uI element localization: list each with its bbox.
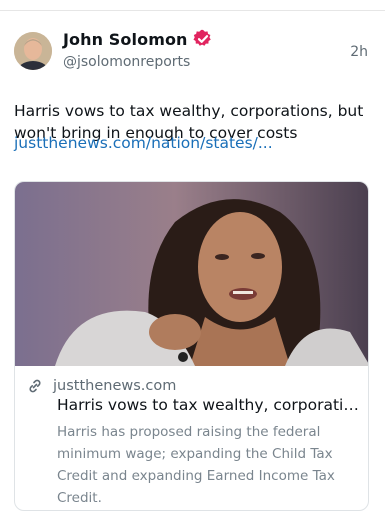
display-name[interactable]: John Solomon (63, 30, 188, 49)
name-row: John Solomon (63, 29, 213, 49)
verified-badge-icon (193, 29, 213, 49)
timestamp[interactable]: 2h (350, 44, 368, 60)
link-preview-card[interactable]: justthenews.com Harris vows to tax wealt… (14, 181, 369, 511)
handle[interactable]: @jsolomonreports (63, 54, 190, 70)
domain-row: justthenews.com (27, 378, 176, 394)
card-title[interactable]: Harris vows to tax wealthy, corporatio..… (57, 396, 359, 414)
link-icon (27, 378, 43, 394)
post[interactable]: John Solomon @jsolomonreports 2h Harris … (0, 11, 385, 511)
avatar[interactable] (14, 32, 52, 70)
card-image[interactable] (15, 182, 368, 366)
card-description: Harris has proposed raising the federal … (57, 424, 335, 506)
post-link[interactable]: justthenews.com/nation/states/... (14, 134, 273, 152)
card-domain: justthenews.com (53, 378, 177, 394)
